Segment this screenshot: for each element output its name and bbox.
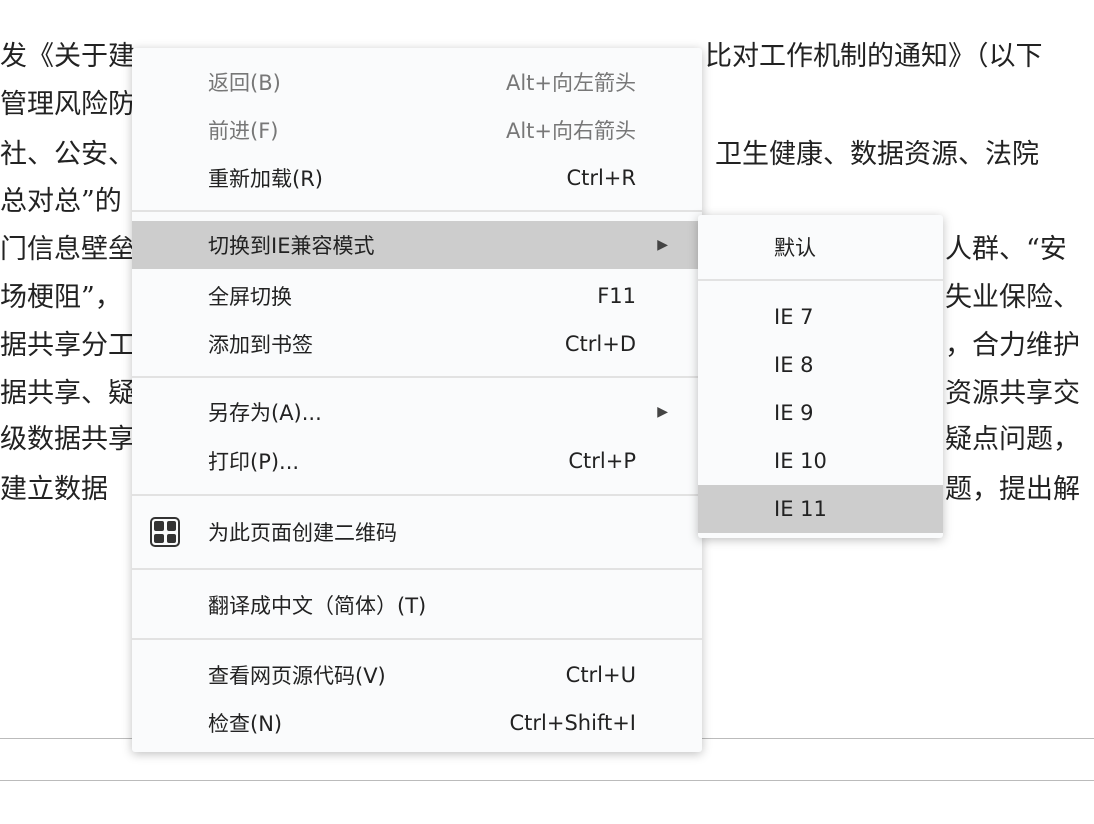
label: 查看网页源代码(V) xyxy=(208,660,386,690)
text-line: 管理风险防 xyxy=(0,88,135,122)
menu-item-inspect[interactable]: 检查(N) Ctrl+Shift+I xyxy=(132,699,702,747)
context-menu: 返回(B) Alt+向左箭头 前进(F) Alt+向右箭头 重新加载(R) Ctrl+… xyxy=(132,48,702,752)
label: IE 10 xyxy=(774,449,827,473)
shortcut: Ctrl+R xyxy=(566,166,636,190)
label: 切换到IE兼容模式 xyxy=(208,230,374,260)
shortcut: Alt+向左箭头 xyxy=(506,67,636,97)
menu-item-translate[interactable]: 翻译成中文（简体）(T) xyxy=(132,581,702,629)
label: IE 11 xyxy=(774,497,827,521)
text-line: 场梗阻”， xyxy=(0,281,122,315)
divider xyxy=(0,780,1094,781)
text-line: 疑点问题， xyxy=(945,423,1080,457)
ie-mode-submenu: 默认 IE 7 IE 8 IE 9 IE 10 IE 11 xyxy=(698,215,943,538)
menu-item-bookmark[interactable]: 添加到书签 Ctrl+D xyxy=(132,320,702,368)
text-line: 题，提出解 xyxy=(945,473,1080,507)
label: 默认 xyxy=(774,232,816,262)
label: 返回(B) xyxy=(208,67,281,97)
label: 翻译成中文（简体）(T) xyxy=(208,590,426,620)
menu-item-ie-mode[interactable]: 切换到IE兼容模式 ▶ xyxy=(132,221,702,269)
menu-item-view-source[interactable]: 查看网页源代码(V) Ctrl+U xyxy=(132,651,702,699)
label: 打印(P)... xyxy=(208,446,299,476)
separator xyxy=(132,376,702,378)
text-line: 级数据共享 xyxy=(0,423,135,457)
text-line: 比对工作机制的通知》（以下 xyxy=(705,40,1043,74)
menu-item-forward[interactable]: 前进(F) Alt+向右箭头 xyxy=(132,106,702,154)
label: IE 9 xyxy=(774,401,814,425)
submenu-item-ie7[interactable]: IE 7 xyxy=(698,293,943,341)
separator xyxy=(132,210,702,212)
text-line: 据共享分工 xyxy=(0,329,135,363)
menu-item-back[interactable]: 返回(B) Alt+向左箭头 xyxy=(132,58,702,106)
menu-item-reload[interactable]: 重新加载(R) Ctrl+R xyxy=(132,154,702,202)
label: 检查(N) xyxy=(208,708,282,738)
submenu-item-default[interactable]: 默认 xyxy=(698,223,943,271)
text-line: 发《关于建 xyxy=(0,40,135,74)
submenu-item-ie9[interactable]: IE 9 xyxy=(698,389,943,437)
text-line: 卫生健康、数据资源、法院 xyxy=(715,138,1039,172)
label: 前进(F) xyxy=(208,115,278,145)
submenu-item-ie11[interactable]: IE 11 xyxy=(698,485,943,533)
text-line: ，合力维护 xyxy=(945,329,1080,363)
separator xyxy=(132,494,702,496)
menu-item-fullscreen[interactable]: 全屏切换 F11 xyxy=(132,272,702,320)
shortcut: Ctrl+U xyxy=(566,663,636,687)
shortcut: Ctrl+Shift+I xyxy=(510,711,636,735)
separator xyxy=(132,568,702,570)
label: 另存为(A)... xyxy=(208,397,322,427)
label: IE 7 xyxy=(774,305,814,329)
label: 全屏切换 xyxy=(208,281,292,311)
label: 为此页面创建二维码 xyxy=(208,517,397,547)
menu-item-print[interactable]: 打印(P)... Ctrl+P xyxy=(132,437,702,485)
qr-code-icon xyxy=(150,517,180,547)
separator xyxy=(132,638,702,640)
text-line: 门信息壁垒 xyxy=(0,233,135,267)
label: IE 8 xyxy=(774,353,814,377)
text-line: 总对总”的 xyxy=(0,185,122,219)
text-line: 人群、“安 xyxy=(945,233,1067,267)
text-line: 建立数据 xyxy=(0,473,108,507)
shortcut: Alt+向右箭头 xyxy=(506,115,636,145)
chevron-right-icon: ▶ xyxy=(657,237,668,253)
submenu-item-ie10[interactable]: IE 10 xyxy=(698,437,943,485)
shortcut: Ctrl+D xyxy=(565,332,636,356)
separator xyxy=(698,279,943,281)
chevron-right-icon: ▶ xyxy=(657,404,668,420)
text-line: 社、公安、 xyxy=(0,138,135,172)
menu-item-qrcode[interactable]: 为此页面创建二维码 xyxy=(132,508,702,556)
shortcut: Ctrl+P xyxy=(568,449,636,473)
text-line: 失业保险、 xyxy=(945,281,1080,315)
shortcut: F11 xyxy=(597,284,636,308)
label: 添加到书签 xyxy=(208,329,313,359)
menu-item-save-as[interactable]: 另存为(A)... ▶ xyxy=(132,388,702,436)
text-line: 据共享、疑 xyxy=(0,377,135,411)
text-line: 资源共享交 xyxy=(945,377,1080,411)
label: 重新加载(R) xyxy=(208,163,323,193)
submenu-item-ie8[interactable]: IE 8 xyxy=(698,341,943,389)
